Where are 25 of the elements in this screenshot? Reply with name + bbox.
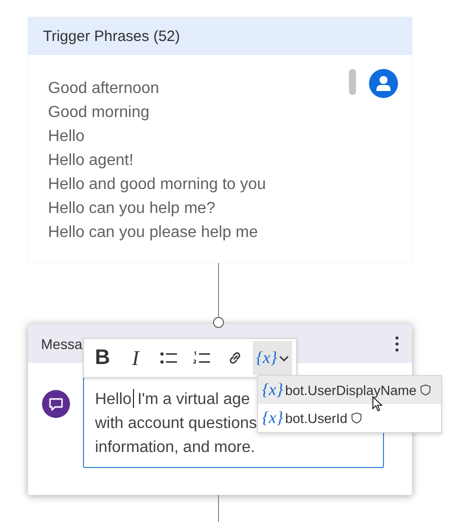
shield-icon (420, 384, 432, 396)
variable-button[interactable]: {x} (253, 341, 292, 375)
trigger-phrase: Good morning (48, 103, 150, 123)
trigger-phrase: Hello (48, 127, 84, 147)
numbered-list-icon (192, 351, 210, 365)
person-icon (369, 69, 398, 98)
more-icon[interactable] (395, 336, 399, 352)
text-cursor (133, 389, 134, 408)
italic-button[interactable]: I (121, 341, 150, 375)
trigger-phrase: Hello and good morning to you (48, 175, 266, 195)
trigger-phrase: Hello can you help me? (48, 199, 216, 219)
chevron-down-icon (279, 354, 290, 362)
card-title: Messa (41, 336, 82, 352)
bullet-list-icon (160, 351, 178, 365)
shield-icon (351, 412, 362, 424)
connector-handle[interactable] (213, 317, 224, 328)
trigger-phrase: Hello can you please help me (48, 223, 258, 243)
trigger-phrase: Good afternoon (48, 79, 160, 99)
trigger-phrase: Hello agent! (48, 151, 134, 171)
chat-bubble-icon (42, 390, 70, 418)
scroll-thumb[interactable] (349, 69, 356, 95)
card-title: Trigger Phrases (52) (43, 28, 180, 44)
variable-option[interactable]: {x}bot.UserDisplayName (258, 376, 441, 404)
mouse-pointer-icon (372, 396, 383, 412)
bold-button[interactable]: B (88, 341, 117, 375)
